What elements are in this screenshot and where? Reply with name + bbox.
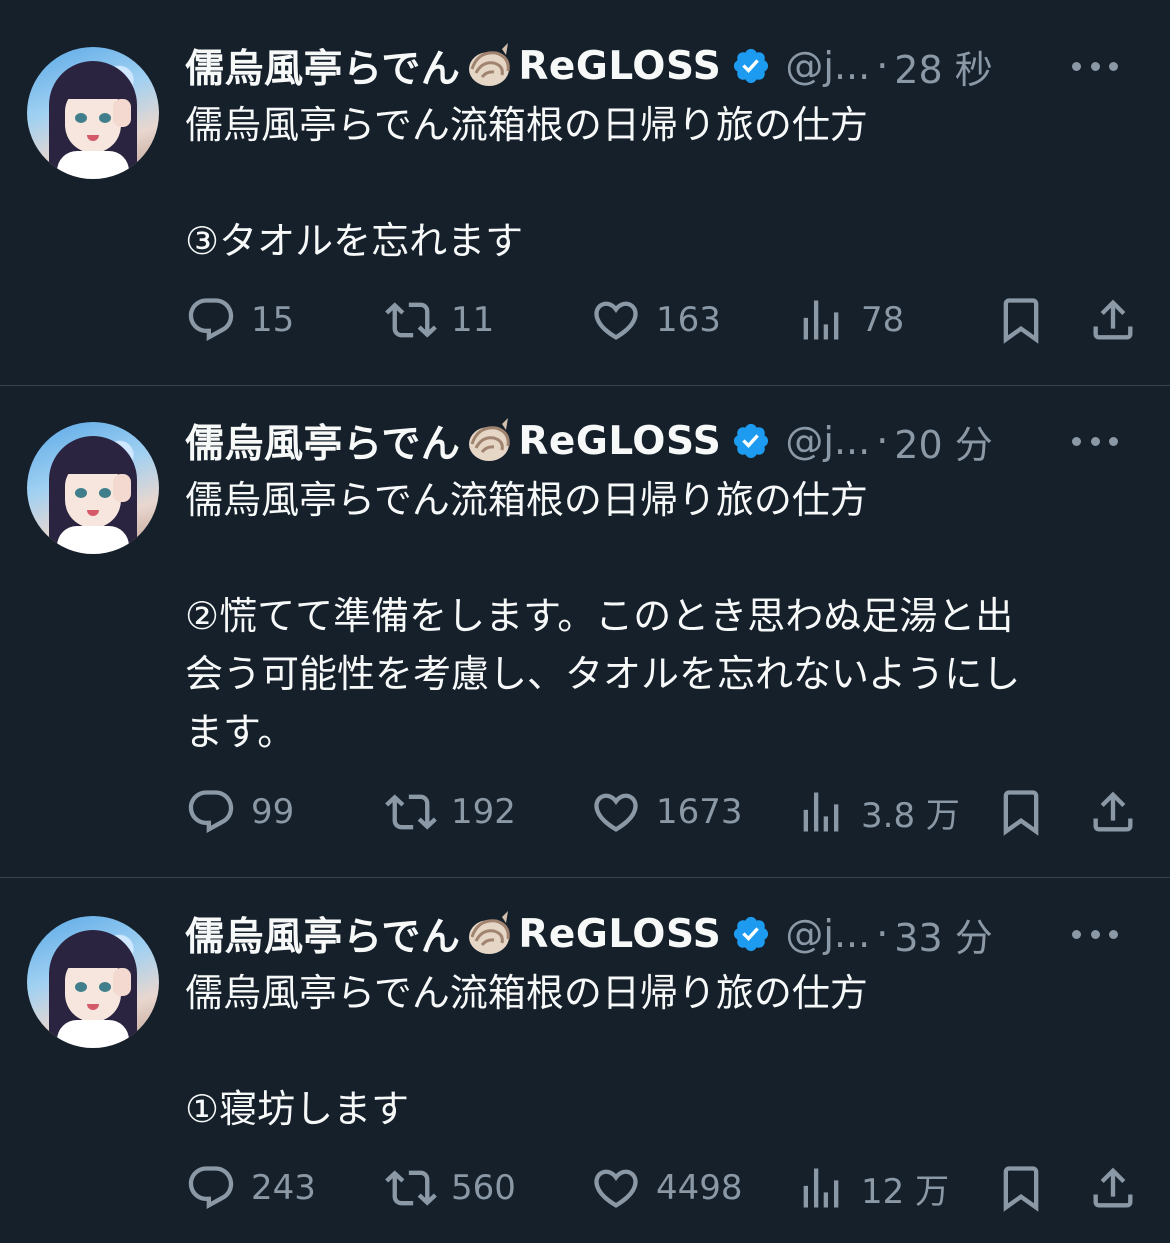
avatar[interactable]	[27, 916, 159, 1048]
reply-button[interactable]: 15	[185, 292, 294, 348]
bookmark-icon	[1003, 790, 1039, 836]
views-count: 12 万	[861, 1171, 950, 1212]
share-icon	[1093, 1167, 1133, 1208]
bookmark-icon	[1003, 298, 1039, 344]
reply-count: 243	[251, 1168, 316, 1208]
author-name[interactable]: 儒烏風亭らでん	[185, 906, 460, 962]
like-count: 4498	[656, 1168, 743, 1208]
more-options-icon[interactable]	[1072, 924, 1118, 944]
author-handle[interactable]: @j...	[785, 44, 870, 88]
reply-count: 15	[251, 300, 295, 340]
tweet[interactable]: 儒烏風亭らでん ReGLOSS @j... · 20 分 儒烏風亭らでん流箱根の…	[0, 386, 1170, 878]
more-options-icon[interactable]	[1072, 431, 1118, 451]
like-count: 1673	[656, 792, 743, 832]
views-chart-icon	[803, 300, 839, 340]
separator-dot: ·	[876, 912, 889, 956]
reply-button[interactable]: 243	[185, 1160, 316, 1216]
author-suffix[interactable]: ReGLOSS	[518, 912, 721, 957]
tweet[interactable]: 儒烏風亭らでん ReGLOSS @j... · 28 秒 儒烏風亭らでん流箱根の…	[0, 0, 1170, 386]
tweet-header: 儒烏風亭らでん ReGLOSS @j... · 20 分	[185, 411, 993, 471]
spiral-shell-icon	[469, 911, 511, 954]
author-name[interactable]: 儒烏風亭らでん	[185, 413, 460, 469]
author-suffix[interactable]: ReGLOSS	[518, 419, 721, 464]
share-icon	[1093, 791, 1133, 832]
views-count: 3.8 万	[861, 795, 960, 836]
heart-icon	[594, 793, 638, 832]
retweet-count: 560	[451, 1168, 516, 1208]
heart-icon	[594, 1169, 638, 1208]
author-name[interactable]: 儒烏風亭らでん	[185, 38, 460, 94]
timestamp[interactable]: 28 秒	[894, 39, 992, 94]
bookmark-button[interactable]	[995, 784, 1047, 840]
retweet-button[interactable]: 192	[385, 784, 516, 840]
retweet-button[interactable]: 560	[385, 1160, 516, 1216]
tweet-actions: 15 11 163 78	[185, 292, 1145, 348]
retweet-count: 11	[451, 300, 495, 340]
tweet-body: ①寝坊します	[185, 1087, 410, 1131]
avatar[interactable]	[27, 422, 159, 554]
bookmark-button[interactable]	[995, 1160, 1047, 1216]
timestamp[interactable]: 20 分	[894, 414, 992, 469]
like-button[interactable]: 1673	[590, 784, 743, 840]
tweet-text: 儒烏風亭らでん流箱根の日帰り旅の仕方 ②慌てて準備をします。このとき思わぬ足湯と…	[185, 471, 1125, 761]
reply-icon	[188, 790, 234, 834]
views-button[interactable]: 12 万	[795, 1160, 949, 1216]
reply-icon	[188, 298, 234, 342]
tweet-title: 儒烏風亭らでん流箱根の日帰り旅の仕方	[185, 478, 868, 522]
views-button[interactable]: 78	[795, 292, 904, 348]
reply-button[interactable]: 99	[185, 784, 294, 840]
separator-dot: ·	[876, 44, 889, 88]
verified-badge-icon	[734, 916, 769, 952]
tweet-text: 儒烏風亭らでん流箱根の日帰り旅の仕方 ①寝坊します	[185, 964, 1125, 1138]
author-handle[interactable]: @j...	[785, 912, 870, 956]
separator-dot: ·	[876, 419, 889, 463]
views-chart-icon	[803, 792, 839, 832]
tweet-body: ②慌てて準備をします。このとき思わぬ足湯と出 会う可能性を考慮し、タオルを忘れな…	[185, 594, 1021, 754]
retweet-icon	[385, 1170, 437, 1206]
tweet-title: 儒烏風亭らでん流箱根の日帰り旅の仕方	[185, 971, 868, 1015]
tweet-title: 儒烏風亭らでん流箱根の日帰り旅の仕方	[185, 103, 868, 147]
share-button[interactable]	[1087, 1160, 1139, 1216]
share-button[interactable]	[1087, 784, 1139, 840]
heart-icon	[594, 301, 638, 340]
bookmark-button[interactable]	[995, 292, 1047, 348]
like-button[interactable]: 4498	[590, 1160, 743, 1216]
retweet-icon	[385, 794, 437, 830]
like-count: 163	[656, 300, 721, 340]
tweet-body: ③タオルを忘れます	[185, 219, 524, 263]
timeline-feed: 儒烏風亭らでん ReGLOSS @j... · 28 秒 儒烏風亭らでん流箱根の…	[0, 0, 1170, 1243]
views-count: 78	[861, 300, 905, 340]
timestamp[interactable]: 33 分	[894, 907, 992, 962]
retweet-icon	[385, 302, 437, 338]
tweet-header: 儒烏風亭らでん ReGLOSS @j... · 33 分	[185, 904, 993, 964]
author-suffix[interactable]: ReGLOSS	[518, 44, 721, 89]
views-button[interactable]: 3.8 万	[795, 784, 960, 840]
retweet-button[interactable]: 11	[385, 292, 494, 348]
spiral-shell-icon	[469, 43, 511, 86]
spiral-shell-icon	[469, 418, 511, 461]
views-chart-icon	[803, 1168, 839, 1208]
retweet-count: 192	[451, 792, 516, 832]
more-options-icon[interactable]	[1072, 56, 1118, 76]
tweet-actions: 99 192 1673 3.8 万	[185, 784, 1145, 840]
share-icon	[1093, 299, 1133, 340]
verified-badge-icon	[734, 423, 769, 459]
author-handle[interactable]: @j...	[785, 419, 870, 463]
tweet[interactable]: 儒烏風亭らでん ReGLOSS @j... · 33 分 儒烏風亭らでん流箱根の…	[0, 878, 1170, 1243]
tweet-text: 儒烏風亭らでん流箱根の日帰り旅の仕方 ③タオルを忘れます	[185, 96, 1125, 270]
tweet-header: 儒烏風亭らでん ReGLOSS @j... · 28 秒	[185, 36, 993, 96]
bookmark-icon	[1003, 1166, 1039, 1212]
avatar[interactable]	[27, 47, 159, 179]
verified-badge-icon	[734, 48, 769, 84]
reply-icon	[188, 1166, 234, 1210]
reply-count: 99	[251, 792, 295, 832]
like-button[interactable]: 163	[590, 292, 721, 348]
share-button[interactable]	[1087, 292, 1139, 348]
tweet-actions: 243 560 4498 12 万	[185, 1160, 1145, 1216]
